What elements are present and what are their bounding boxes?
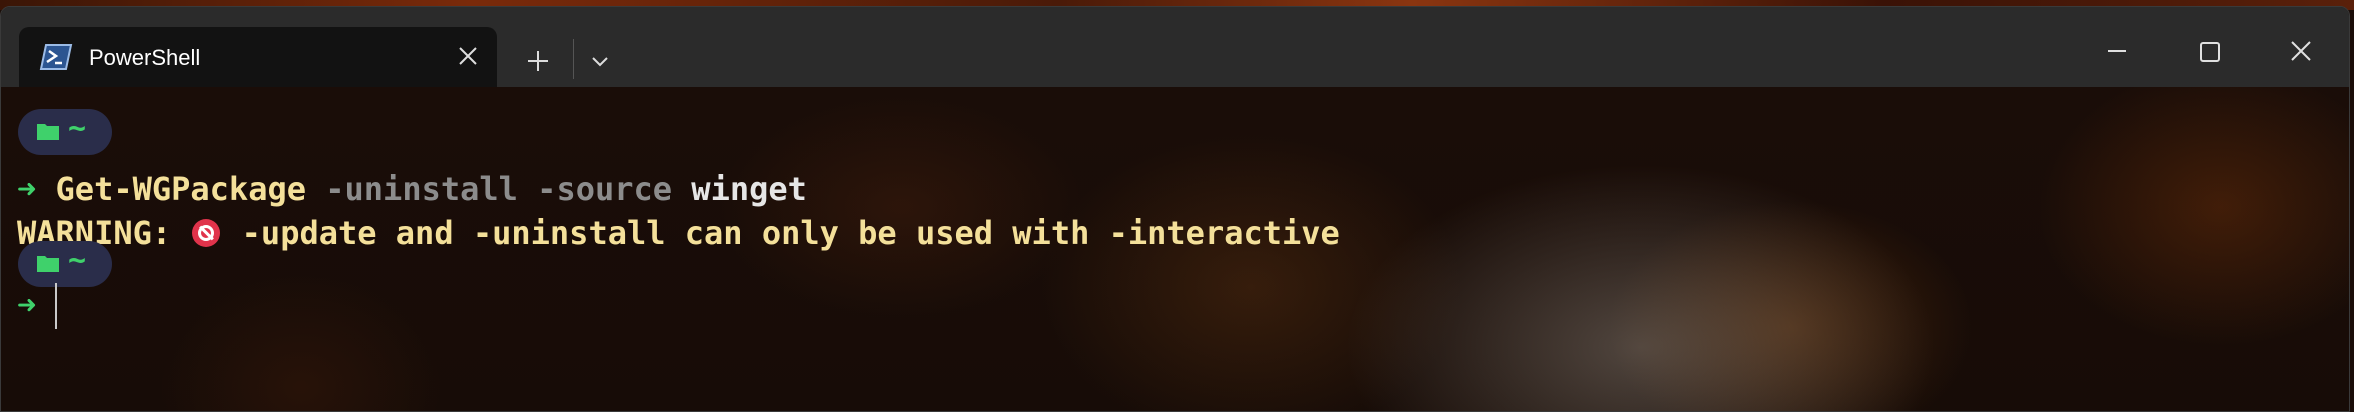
close-icon[interactable] — [2283, 33, 2319, 69]
warning-line: WARNING: -update and -uninstall can only… — [17, 213, 1340, 253]
command-line: ➜ Get-WGPackage -uninstall -source winge… — [17, 169, 807, 209]
command-arg: winget — [691, 170, 807, 208]
folder-icon — [37, 256, 59, 272]
text-cursor — [55, 283, 57, 329]
powershell-icon — [39, 44, 73, 70]
prompt-segment: ~ — [18, 241, 112, 287]
maximize-icon[interactable] — [2191, 33, 2227, 69]
terminal-window: PowerShell ~ ➜ Get-WGPackage -uninstall … — [0, 6, 2350, 412]
warning-message: -update and -uninstall can only be used … — [241, 214, 1340, 252]
prompt-directory: ~ — [68, 111, 87, 146]
chevron-down-icon[interactable] — [588, 51, 612, 71]
command-cmdlet: Get-WGPackage — [55, 170, 306, 208]
close-tab-icon[interactable] — [457, 45, 479, 67]
prompt-arrow: ➜ — [17, 286, 37, 324]
tab-powershell[interactable]: PowerShell — [19, 27, 497, 87]
prompt-segment: ~ — [18, 109, 112, 155]
prompt-arrow: ➜ — [17, 170, 37, 208]
no-entry-icon — [192, 219, 221, 247]
tab-divider — [573, 39, 574, 79]
minimize-icon[interactable] — [2099, 33, 2135, 69]
prompt-directory: ~ — [68, 243, 87, 278]
input-line[interactable]: ➜ — [17, 285, 36, 325]
command-params: -uninstall -source — [325, 170, 673, 208]
plus-icon[interactable] — [524, 47, 552, 75]
tab-title: PowerShell — [89, 45, 201, 70]
folder-icon — [37, 124, 59, 140]
title-bar[interactable]: PowerShell — [1, 7, 2349, 87]
terminal-output[interactable]: ~ ➜ Get-WGPackage -uninstall -source win… — [1, 87, 2349, 411]
